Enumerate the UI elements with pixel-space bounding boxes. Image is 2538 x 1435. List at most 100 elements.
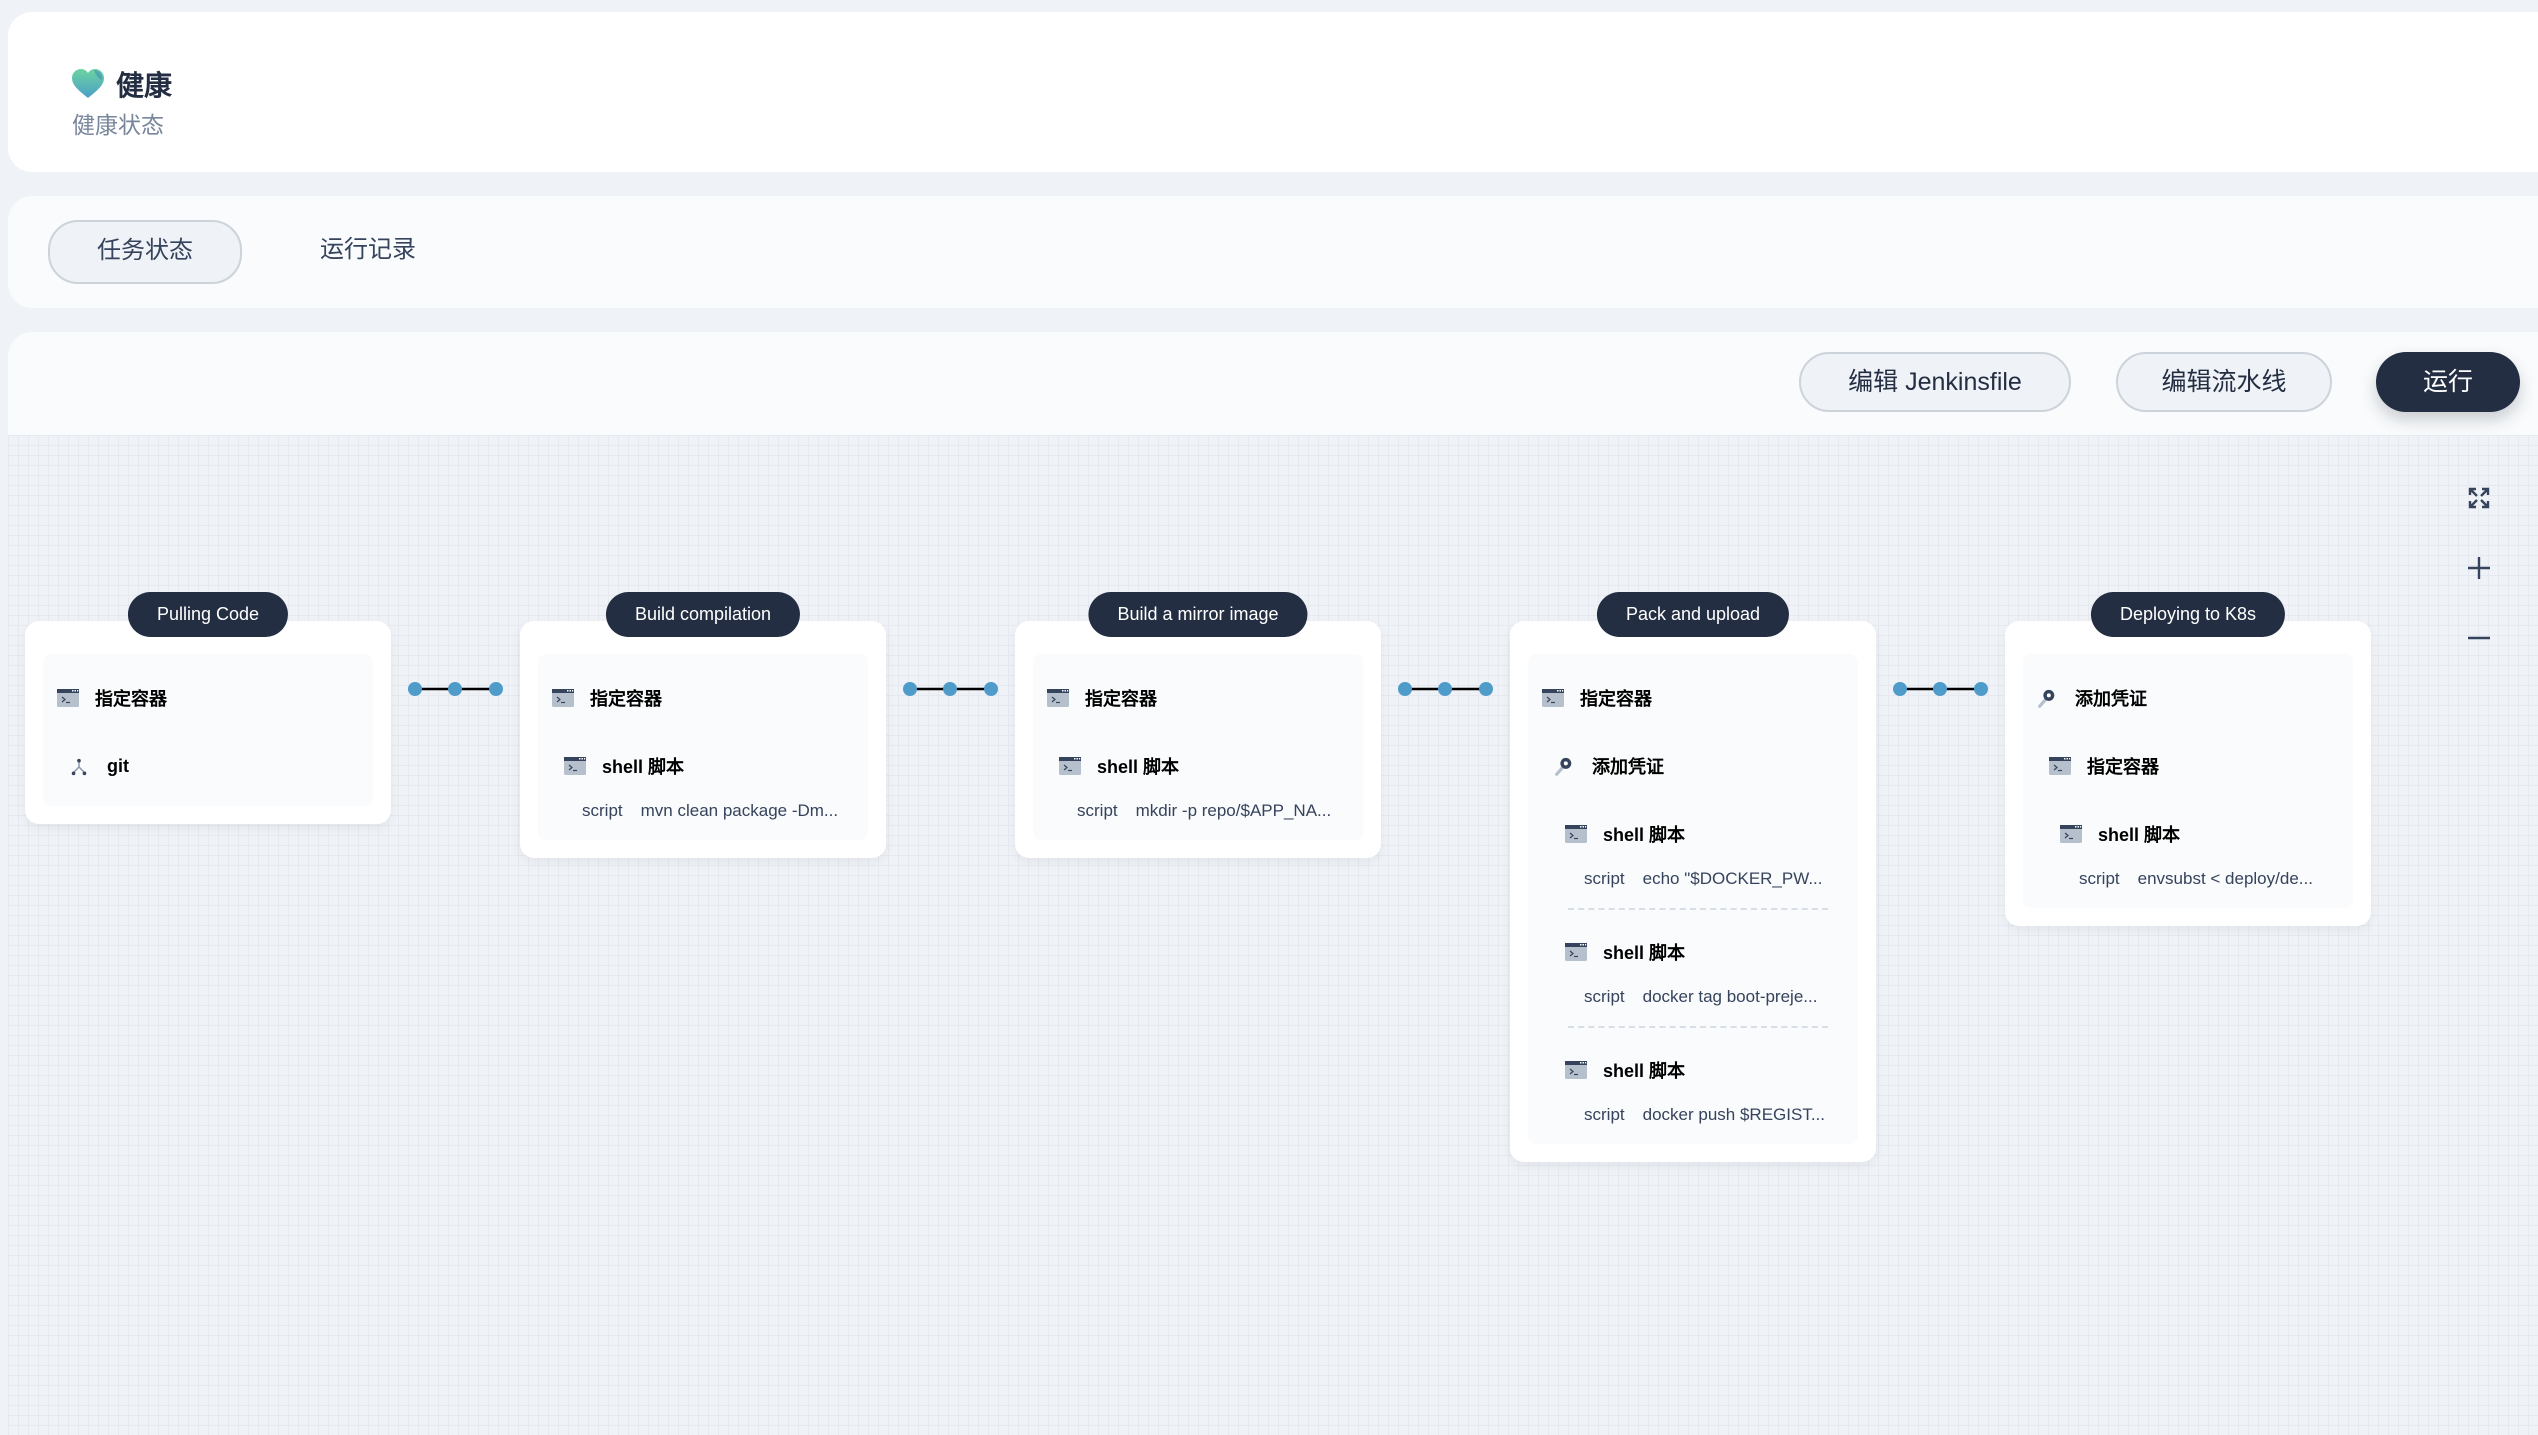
step-header: 指定容器 — [2037, 732, 2353, 800]
step-label: shell 脚本 — [1603, 1061, 1686, 1081]
step-header: git — [57, 732, 373, 800]
step-header: shell 脚本 — [552, 732, 868, 800]
step-script: script echo "$DOCKER_PW... — [1542, 868, 1858, 902]
step-header: shell 脚本 — [1047, 732, 1363, 800]
pipeline-step[interactable]: 添加凭证 — [1528, 732, 1858, 800]
tabs-bar: 任务状态 运行记录 — [8, 196, 2538, 308]
stage-name-pill[interactable]: Build compilation — [605, 592, 801, 637]
stage-card[interactable]: Pulling Code 指定容器 git — [25, 592, 391, 824]
stage-connector — [407, 681, 504, 697]
stage-name-pill[interactable]: Pack and upload — [1596, 592, 1790, 637]
script-key: script — [582, 801, 623, 820]
pipeline-step[interactable]: shell 脚本 script echo "$DOCKER_PW... — [1528, 800, 1858, 902]
step-label: 添加凭证 — [2075, 689, 2147, 709]
stage-name-pill[interactable]: Build a mirror image — [1088, 592, 1308, 637]
step-header: shell 脚本 — [1542, 1036, 1858, 1104]
zoom-in-button[interactable] — [2464, 553, 2494, 583]
health-subtitle: 健康状态 — [72, 112, 164, 138]
pipeline-step[interactable]: 指定容器 — [538, 664, 868, 732]
key-icon — [2037, 689, 2059, 708]
pipeline-step[interactable]: git — [43, 732, 373, 800]
step-label: shell 脚本 — [602, 757, 685, 777]
pipeline-step[interactable]: 指定容器 — [2023, 732, 2353, 800]
terminal-icon — [1059, 757, 1081, 775]
terminal-icon — [1542, 689, 1564, 707]
terminal-icon — [1565, 943, 1587, 961]
pipeline-step[interactable]: 添加凭证 — [2023, 664, 2353, 732]
step-label: shell 脚本 — [1603, 943, 1686, 963]
step-label: shell 脚本 — [2098, 825, 2181, 845]
terminal-icon — [552, 689, 574, 707]
zoom-out-icon — [2468, 636, 2490, 640]
step-label: shell 脚本 — [1097, 757, 1180, 777]
heart-icon — [72, 69, 104, 98]
script-key: script — [1584, 1105, 1625, 1124]
terminal-icon — [1047, 689, 1069, 707]
pipeline-step[interactable]: 指定容器 — [1528, 664, 1858, 732]
health-card — [8, 12, 2538, 172]
stage-name-pill[interactable]: Deploying to K8s — [2090, 592, 2286, 637]
stage-steps: 指定容器 shell 脚本 script mkdir -p repo/$APP_NA… — [1033, 654, 1363, 840]
zoom-out-button[interactable] — [2464, 623, 2494, 653]
step-label: 指定容器 — [590, 689, 662, 709]
edit-jenkinsfile-button[interactable]: 编辑 Jenkinsfile — [1799, 352, 2071, 412]
stage-card[interactable]: Pack and upload 指定容器 添加凭证 shell 脚本 script… — [1510, 592, 1876, 1162]
stage-card[interactable]: Build compilation 指定容器 shell 脚本 script mvn… — [520, 592, 886, 858]
step-script: script mvn clean package -Dm... — [552, 800, 868, 834]
key-icon — [1554, 757, 1576, 776]
pipeline-toolbar: 编辑 Jenkinsfile 编辑流水线 运行 — [8, 332, 2538, 435]
pipeline-step[interactable]: shell 脚本 script mvn clean package -Dm... — [538, 732, 868, 834]
step-label: 添加凭证 — [1592, 757, 1664, 777]
step-header: 添加凭证 — [1542, 732, 1858, 800]
stage-card[interactable]: Deploying to K8s 添加凭证 指定容器 shell 脚本 scrip… — [2005, 592, 2371, 926]
fullscreen-button[interactable] — [2464, 483, 2494, 513]
terminal-icon — [2060, 825, 2082, 843]
pipeline-step[interactable]: shell 脚本 script envsubst < deploy/de... — [2023, 800, 2353, 902]
step-label: 指定容器 — [95, 689, 167, 709]
step-divider — [1568, 908, 1828, 910]
pipeline-step[interactable]: 指定容器 — [1033, 664, 1363, 732]
stage-card[interactable]: Build a mirror image 指定容器 shell 脚本 script… — [1015, 592, 1381, 858]
step-header: 指定容器 — [552, 664, 868, 732]
step-script: script envsubst < deploy/de... — [2037, 868, 2353, 902]
terminal-icon — [564, 757, 586, 775]
script-value: mvn clean package -Dm... — [640, 801, 839, 820]
run-button[interactable]: 运行 — [2376, 352, 2520, 412]
tab-run-records[interactable]: 运行记录 — [298, 220, 438, 280]
step-header: 添加凭证 — [2037, 664, 2353, 732]
stage-steps: 添加凭证 指定容器 shell 脚本 script envsubst < deplo… — [2023, 654, 2353, 908]
step-header: shell 脚本 — [2037, 800, 2353, 868]
pipeline-step[interactable]: shell 脚本 script docker tag boot-preje... — [1528, 918, 1858, 1020]
pipeline-step[interactable]: shell 脚本 script mkdir -p repo/$APP_NA... — [1033, 732, 1363, 834]
pipeline-step[interactable]: 指定容器 — [43, 664, 373, 732]
script-key: script — [2079, 869, 2120, 888]
edit-pipeline-button[interactable]: 编辑流水线 — [2116, 352, 2332, 412]
step-header: shell 脚本 — [1542, 918, 1858, 986]
terminal-icon — [2049, 757, 2071, 775]
zoom-in-icon — [2468, 557, 2490, 579]
fullscreen-icon — [2468, 487, 2490, 509]
step-divider — [1568, 1026, 1828, 1028]
step-label: 指定容器 — [1580, 689, 1652, 709]
pipeline-canvas[interactable] — [8, 435, 2538, 1435]
script-value: echo "$DOCKER_PW... — [1642, 869, 1823, 888]
step-header: 指定容器 — [1542, 664, 1858, 732]
pipeline-step[interactable]: shell 脚本 script docker push $REGIST... — [1528, 1036, 1858, 1138]
step-label: shell 脚本 — [1603, 825, 1686, 845]
script-key: script — [1584, 987, 1625, 1006]
script-value: envsubst < deploy/de... — [2137, 869, 2313, 888]
script-value: mkdir -p repo/$APP_NA... — [1135, 801, 1332, 820]
health-title: 健康 — [116, 70, 173, 101]
step-label: git — [107, 755, 129, 776]
stage-name-pill[interactable]: Pulling Code — [127, 592, 289, 637]
script-key: script — [1077, 801, 1118, 820]
step-header: 指定容器 — [57, 664, 373, 732]
git-icon — [69, 757, 91, 776]
tab-task-status[interactable]: 任务状态 — [48, 220, 242, 284]
script-key: script — [1584, 869, 1625, 888]
terminal-icon — [1565, 1061, 1587, 1079]
stage-steps: 指定容器 添加凭证 shell 脚本 script echo "$DOCKER_PW… — [1528, 654, 1858, 1144]
step-script: script docker tag boot-preje... — [1542, 986, 1858, 1020]
terminal-icon — [57, 689, 79, 707]
step-header: shell 脚本 — [1542, 800, 1858, 868]
